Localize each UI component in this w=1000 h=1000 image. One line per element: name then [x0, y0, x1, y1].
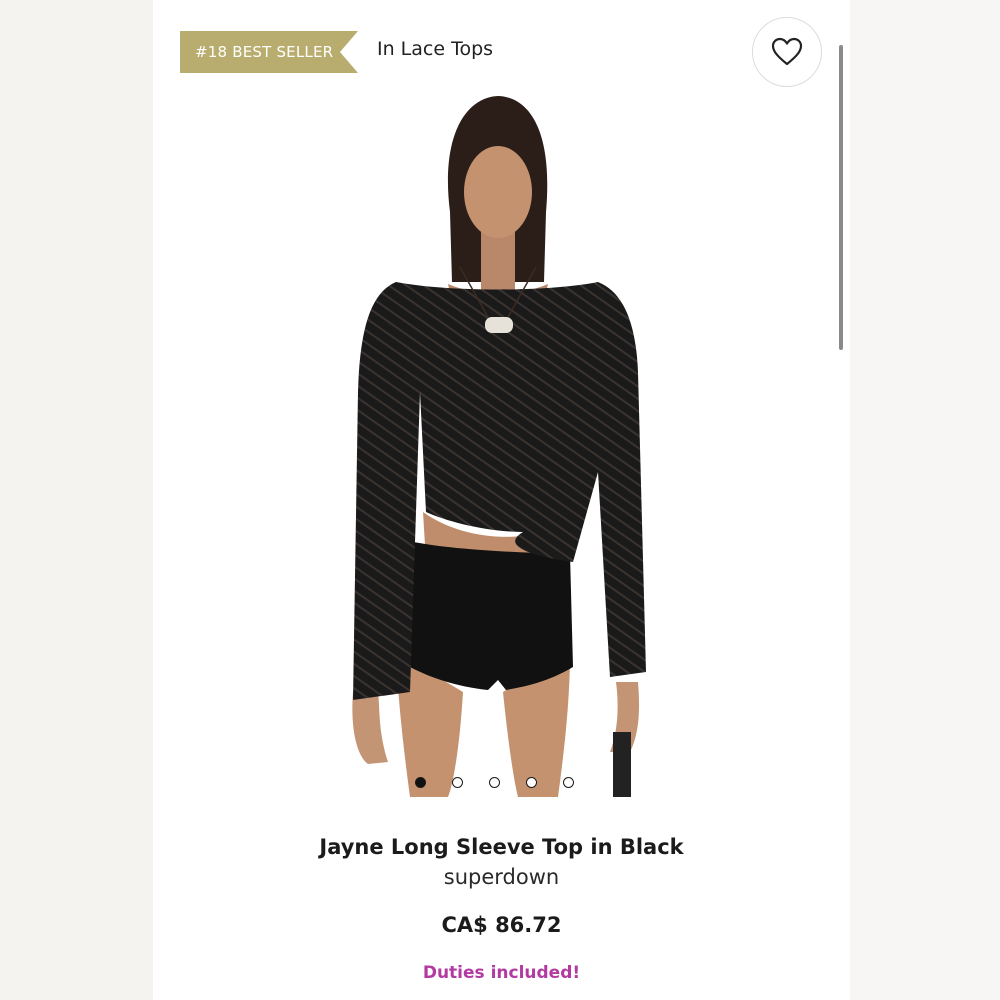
- left-background: [0, 0, 153, 1000]
- carousel-dot[interactable]: [452, 777, 463, 788]
- duties-notice: Duties included!: [422, 963, 581, 983]
- best-seller-badge: #18 BEST SELLER: [180, 31, 358, 73]
- carousel-dot[interactable]: [526, 777, 537, 788]
- product-title: Jayne Long Sleeve Top in Black: [319, 835, 684, 859]
- scrollbar-thumb[interactable]: [839, 45, 843, 350]
- heart-icon: [771, 37, 803, 66]
- product-brand[interactable]: superdown: [153, 865, 850, 889]
- product-image[interactable]: [348, 92, 648, 797]
- product-price: CA$ 86.72: [441, 913, 562, 937]
- product-card: #18 BEST SELLER In Lace Tops Jayne Long …: [153, 0, 850, 1000]
- carousel-dot[interactable]: [563, 777, 574, 788]
- favorite-button[interactable]: [752, 17, 822, 87]
- right-background: [850, 0, 1000, 1000]
- image-carousel-indicators: [415, 777, 574, 793]
- carousel-dot[interactable]: [489, 777, 500, 788]
- carousel-dot[interactable]: [415, 777, 426, 788]
- category-link[interactable]: In Lace Tops: [377, 38, 493, 60]
- best-seller-label: #18 BEST SELLER: [195, 43, 334, 61]
